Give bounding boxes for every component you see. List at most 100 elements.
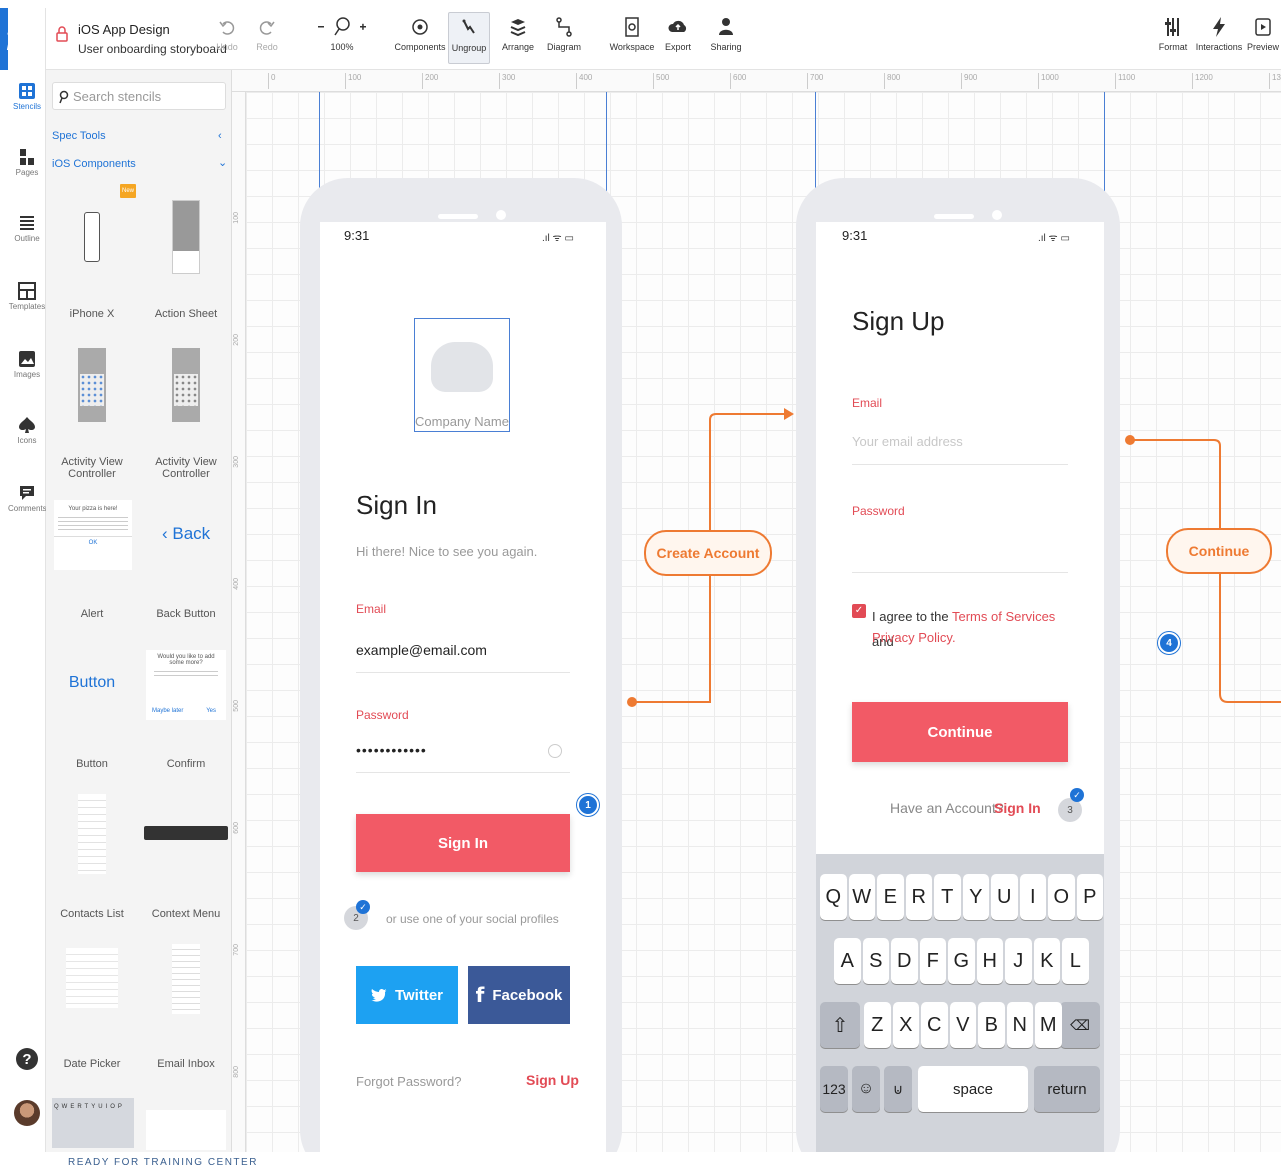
space-key[interactable]: space [918,1066,1028,1112]
key-o[interactable]: O [1048,874,1075,920]
facebook-button[interactable]: f Facebook [468,966,570,1024]
zoom-value: 100% [330,42,354,52]
stencil-iphone-x[interactable]: New iPhone X [46,180,138,330]
forgot-password-link[interactable]: Forgot Password? [356,1074,462,1089]
chevron-down-icon[interactable]: ⌄ [218,156,227,169]
key-d[interactable]: D [891,938,918,984]
key-m[interactable]: M [1035,1002,1062,1048]
signup-email-input[interactable]: Your email address [852,434,963,449]
key-u[interactable]: U [991,874,1018,920]
document-title[interactable]: iOS App Design [78,22,170,37]
signin-link[interactable]: Sign In [994,800,1041,816]
components-button[interactable]: Components [394,16,446,52]
arrange-icon [510,19,526,37]
design-canvas[interactable]: 9:31 .ıl ᯤ ▭ Company Name Sign In Hi the… [246,92,1281,1152]
key-j[interactable]: J [1005,938,1032,984]
interactions-button[interactable]: Interactions [1194,16,1244,52]
mic-key[interactable]: ⊍ [884,1066,912,1112]
key-q[interactable]: Q [820,874,847,920]
key-l[interactable]: L [1062,938,1089,984]
stencil-keyboard[interactable]: QWERTYUIOP [52,1098,134,1148]
lock-icon[interactable] [56,26,68,42]
stencil-message[interactable] [146,1110,226,1150]
rail-images[interactable]: Images [8,350,46,379]
email-input[interactable]: example@email.com [356,642,487,658]
continue-flow-label[interactable]: Continue [1166,528,1272,574]
signup-link[interactable]: Sign Up [526,1072,579,1088]
preview-button[interactable]: Preview [1246,16,1280,52]
section-spec-tools[interactable]: Spec Tools [52,130,106,142]
terms-link[interactable]: Terms of Services [952,609,1055,624]
format-button[interactable]: Format [1156,16,1190,52]
section-ios-components[interactable]: iOS Components [52,158,136,170]
export-button[interactable]: Export [662,16,694,52]
key-h[interactable]: H [976,938,1003,984]
key-v[interactable]: V [949,1002,976,1048]
key-y[interactable]: Y [962,874,989,920]
rail-comments[interactable]: Comments [8,484,47,513]
agree-checkbox[interactable]: ✓ [852,604,866,618]
signin-button[interactable]: Sign In [356,814,570,872]
key-t[interactable]: T [934,874,961,920]
twitter-button[interactable]: Twitter [356,966,458,1024]
zoom-control[interactable]: 100% [312,16,372,52]
stencil-activity-view-controller-2[interactable]: Activity View Controller [140,330,232,480]
key-b[interactable]: B [978,1002,1005,1048]
stencil-search-input[interactable]: Search stencils [52,82,226,110]
rail-outline[interactable]: Outline [8,214,46,243]
tile-label: Activity View Controller [61,456,123,480]
eye-icon[interactable] [548,744,562,758]
help-icon[interactable]: ? [16,1048,38,1070]
key-e[interactable]: E [877,874,904,920]
stencil-contacts-list[interactable]: Contacts List [46,780,138,930]
rail-icons[interactable]: Icons [8,416,46,445]
key-k[interactable]: K [1033,938,1060,984]
sharing-button[interactable]: Sharing [708,16,744,52]
key-r[interactable]: R [905,874,932,920]
user-avatar[interactable] [14,1100,40,1126]
return-key[interactable]: return [1034,1066,1100,1112]
stencil-context-menu[interactable]: Context Menu [140,780,232,930]
rail-templates[interactable]: Templates [8,282,46,311]
comment-badge-1[interactable]: 1 [577,794,599,816]
stencil-email-inbox[interactable]: Email Inbox [140,930,232,1080]
stencil-back-button[interactable]: ‹ Back Back Button [140,480,232,630]
key-w[interactable]: W [848,874,875,920]
create-account-flow-label[interactable]: Create Account [644,530,772,576]
rail-stencils[interactable]: Stencils [8,82,46,111]
rail-pages[interactable]: Pages [8,148,46,177]
chevron-left-icon[interactable]: ‹ [218,130,222,142]
arrange-button[interactable]: Arrange [498,16,538,52]
undo-button[interactable]: Undo [210,16,244,52]
redo-button[interactable]: Redo [250,16,284,52]
key-c[interactable]: C [921,1002,948,1048]
key-z[interactable]: Z [864,1002,891,1048]
key-i[interactable]: I [1019,874,1046,920]
password-input[interactable]: •••••••••••• [356,742,427,758]
diagram-button[interactable]: Diagram [542,16,586,52]
document-subtitle[interactable]: User onboarding storyboard [78,42,227,56]
numbers-key[interactable]: 123 [820,1066,848,1112]
privacy-link[interactable]: Privacy Policy. [872,630,956,645]
stencil-action-sheet[interactable]: Action Sheet [140,180,232,330]
continue-button[interactable]: Continue [852,702,1068,762]
signup-password-input[interactable] [852,534,1068,564]
key-n[interactable]: N [1006,1002,1033,1048]
key-s[interactable]: S [862,938,889,984]
emoji-key[interactable]: ☺ [852,1066,880,1112]
stencil-date-picker[interactable]: Date Picker [46,930,138,1080]
shift-key[interactable]: ⇧ [820,1002,860,1048]
key-x[interactable]: X [892,1002,919,1048]
sharing-icon [719,18,733,35]
workspace-button[interactable]: Workspace [608,16,656,52]
ungroup-button[interactable]: Ungroup [448,12,490,64]
stencil-confirm[interactable]: Would you like to add some more? Maybe l… [140,630,232,780]
key-p[interactable]: P [1076,874,1103,920]
key-a[interactable]: A [834,938,861,984]
key-f[interactable]: F [919,938,946,984]
key-g[interactable]: G [948,938,975,984]
delete-key[interactable]: ⌫ [1060,1002,1100,1048]
stencil-button[interactable]: Button Button [46,630,138,780]
stencil-alert[interactable]: Your pizza is here! OK Alert [46,480,138,630]
stencil-activity-view-controller[interactable]: Activity View Controller [46,330,138,480]
